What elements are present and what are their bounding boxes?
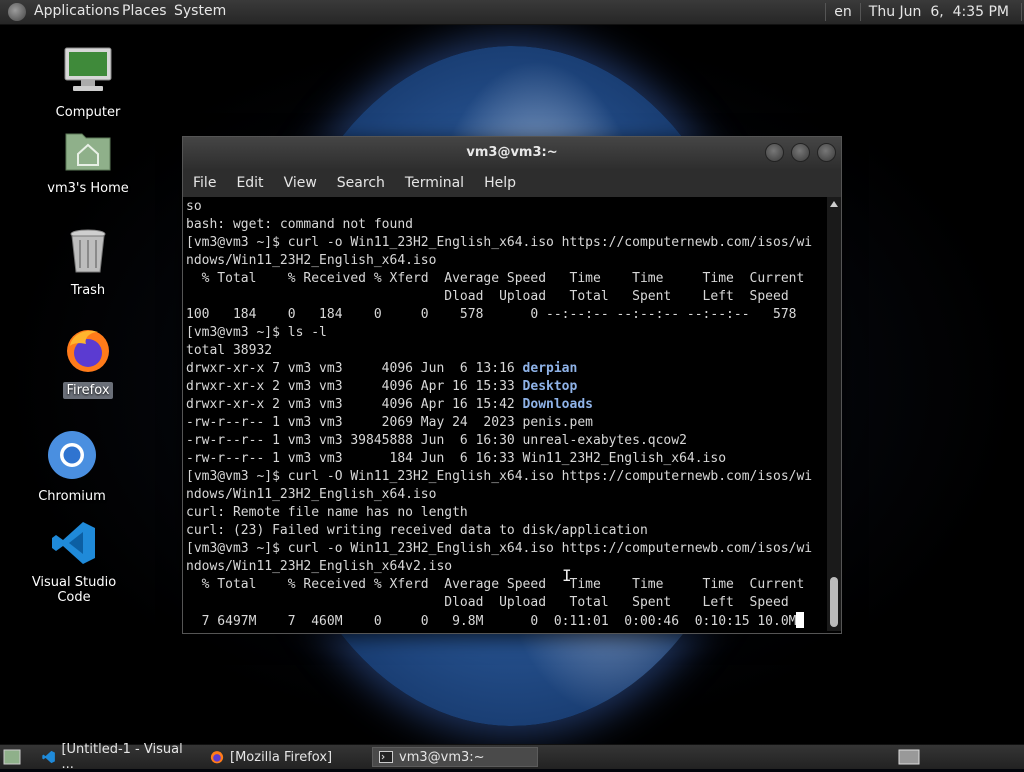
terminal-listing-line: drwxr-xr-x 2 vm3 vm3 4096 Apr 16 15:42 D… bbox=[186, 396, 825, 414]
minimize-button[interactable] bbox=[765, 143, 784, 162]
desktop-icon-label: Computer bbox=[55, 105, 121, 120]
taskbar-item-vscode[interactable]: [Untitled-1 - Visual ... bbox=[36, 742, 200, 772]
terminal-line: ndows/Win11_23H2_English_x64v2.iso bbox=[186, 559, 453, 574]
terminal-icon bbox=[379, 751, 393, 763]
listing-directory-name: Downloads bbox=[522, 397, 593, 412]
menu-edit[interactable]: Edit bbox=[226, 175, 273, 191]
desktop-icon-label: Chromium bbox=[38, 489, 106, 504]
menu-view[interactable]: View bbox=[274, 175, 327, 191]
menu-applications[interactable]: Applications bbox=[34, 3, 120, 19]
workspace-switcher-icon[interactable] bbox=[898, 749, 920, 765]
home-folder-icon bbox=[65, 133, 111, 171]
menu-places[interactable]: Places bbox=[122, 3, 167, 19]
terminal-line: [vm3@vm3 ~]$ curl -o Win11_23H2_English_… bbox=[186, 235, 813, 250]
panel-separator bbox=[825, 3, 827, 21]
listing-attributes: drwxr-xr-x 7 vm3 vm3 4096 Jun 6 13:16 bbox=[186, 361, 523, 376]
terminal-line: ndows/Win11_23H2_English_x64.iso bbox=[186, 487, 437, 502]
clock[interactable]: Thu Jun 6, 4:35 PM bbox=[869, 4, 1009, 20]
terminal-listing-line: -rw-r--r-- 1 vm3 vm3 2069 May 24 2023 pe… bbox=[186, 414, 825, 432]
vscode-icon bbox=[52, 522, 95, 564]
top-panel: Applications Places System en Thu Jun 6,… bbox=[0, 0, 1024, 25]
terminal-line: % Total % Received % Xferd Average Speed… bbox=[186, 577, 805, 592]
desktop-icon-label: Visual Studio Code bbox=[31, 575, 117, 605]
desktop-icon-chromium[interactable]: Chromium bbox=[17, 430, 127, 505]
menu-file[interactable]: File bbox=[183, 175, 226, 191]
desktop-icon-vscode[interactable]: Visual Studio Code bbox=[19, 520, 129, 606]
terminal-window[interactable]: vm3@vm3:~ File Edit View Search Terminal… bbox=[182, 136, 842, 634]
maximize-button[interactable] bbox=[791, 143, 810, 162]
taskbar-item-terminal[interactable]: vm3@vm3:~ bbox=[372, 747, 538, 767]
listing-attributes: -rw-r--r-- 1 vm3 vm3 2069 May 24 2023 bbox=[186, 415, 523, 430]
terminal-cursor bbox=[796, 612, 805, 628]
terminal-line: % Total % Received % Xferd Average Speed… bbox=[186, 271, 805, 286]
taskbar-item-label: vm3@vm3:~ bbox=[399, 749, 485, 765]
menu-system[interactable]: System bbox=[174, 3, 226, 19]
menu-help[interactable]: Help bbox=[474, 175, 526, 191]
listing-attributes: drwxr-xr-x 2 vm3 vm3 4096 Apr 16 15:33 bbox=[186, 379, 523, 394]
desktop-icon-label: Trash bbox=[70, 283, 106, 298]
terminal-line: [vm3@vm3 ~]$ ls -l bbox=[186, 325, 327, 340]
listing-attributes: -rw-r--r-- 1 vm3 vm3 39845888 Jun 6 16:3… bbox=[186, 433, 523, 448]
terminal-line: so bbox=[186, 199, 202, 214]
scroll-up-arrow-icon[interactable] bbox=[830, 201, 838, 207]
terminal-line: 7 6497M 7 460M 0 0 9.8M 0 0:11:01 0:00:4… bbox=[186, 612, 825, 631]
terminal-line: ndows/Win11_23H2_English_x64.iso bbox=[186, 253, 437, 268]
desktop-icon-label: Firefox bbox=[63, 382, 113, 399]
terminal-line: [vm3@vm3 ~]$ curl -o Win11_23H2_English_… bbox=[186, 541, 813, 556]
listing-attributes: -rw-r--r-- 1 vm3 vm3 184 Jun 6 16:33 bbox=[186, 451, 523, 466]
scrollbar-thumb[interactable] bbox=[830, 577, 838, 627]
menu-terminal[interactable]: Terminal bbox=[395, 175, 474, 191]
terminal-line: curl: (23) Failed writing received data … bbox=[186, 523, 648, 538]
chromium-icon bbox=[48, 431, 96, 479]
desktop-icon-computer[interactable]: Computer bbox=[33, 46, 143, 121]
terminal-line: [vm3@vm3 ~]$ curl -O Win11_23H2_English_… bbox=[186, 469, 813, 484]
desktop-icon-home[interactable]: vm3's Home bbox=[33, 128, 143, 197]
terminal-scrollbar[interactable] bbox=[827, 197, 841, 631]
terminal-line: bash: wget: command not found bbox=[186, 217, 413, 232]
computer-icon bbox=[64, 47, 112, 91]
applications-icon[interactable] bbox=[8, 3, 26, 21]
desktop-icon-label: vm3's Home bbox=[47, 181, 129, 196]
listing-file-name: penis.pem bbox=[522, 415, 593, 430]
text-cursor-icon: I bbox=[562, 566, 572, 585]
desktop-icon-firefox[interactable]: Firefox bbox=[33, 326, 143, 399]
bottom-panel: [Untitled-1 - Visual ... [Mozilla Firefo… bbox=[0, 742, 1024, 772]
terminal-line: Dload Upload Total Spent Left Speed bbox=[186, 595, 789, 610]
terminal-output[interactable]: so bash: wget: command not found [vm3@vm3 … bbox=[183, 197, 825, 631]
listing-file-name: Win11_23H2_English_x64.iso bbox=[522, 451, 727, 466]
listing-directory-name: Desktop bbox=[522, 379, 578, 394]
panel-separator bbox=[859, 3, 861, 21]
vscode-icon bbox=[42, 750, 55, 764]
terminal-line: Dload Upload Total Spent Left Speed bbox=[186, 289, 789, 304]
terminal-listing-line: drwxr-xr-x 7 vm3 vm3 4096 Jun 6 13:16 de… bbox=[186, 360, 825, 378]
window-title: vm3@vm3:~ bbox=[466, 145, 558, 160]
keyboard-layout-indicator[interactable]: en bbox=[834, 4, 852, 20]
taskbar-item-label: [Mozilla Firefox] bbox=[230, 749, 333, 765]
terminal-listing-line: -rw-r--r-- 1 vm3 vm3 184 Jun 6 16:33 Win… bbox=[186, 450, 825, 468]
firefox-icon bbox=[67, 330, 109, 372]
window-titlebar[interactable]: vm3@vm3:~ bbox=[183, 137, 841, 169]
terminal-menubar: File Edit View Search Terminal Help bbox=[183, 169, 841, 197]
firefox-icon bbox=[210, 751, 224, 764]
show-desktop-icon[interactable] bbox=[3, 749, 21, 765]
listing-attributes: drwxr-xr-x 2 vm3 vm3 4096 Apr 16 15:42 bbox=[186, 397, 523, 412]
terminal-line: total 38932 bbox=[186, 343, 273, 358]
taskbar-item-firefox[interactable]: [Mozilla Firefox] bbox=[204, 747, 368, 767]
terminal-line: curl: Remote file name has no length bbox=[186, 505, 468, 520]
trash-icon bbox=[70, 229, 106, 273]
terminal-listing-line: drwxr-xr-x 2 vm3 vm3 4096 Apr 16 15:33 D… bbox=[186, 378, 825, 396]
terminal-listing-line: -rw-r--r-- 1 vm3 vm3 39845888 Jun 6 16:3… bbox=[186, 432, 825, 450]
listing-file-name: unreal-exabytes.qcow2 bbox=[522, 433, 687, 448]
panel-separator bbox=[1021, 3, 1022, 21]
terminal-line: 100 184 0 184 0 0 578 0 --:--:-- --:--:-… bbox=[186, 307, 797, 322]
close-button[interactable] bbox=[817, 143, 836, 162]
desktop-icon-trash[interactable]: Trash bbox=[33, 228, 143, 299]
menu-search[interactable]: Search bbox=[327, 175, 395, 191]
listing-directory-name: derpian bbox=[522, 361, 578, 376]
